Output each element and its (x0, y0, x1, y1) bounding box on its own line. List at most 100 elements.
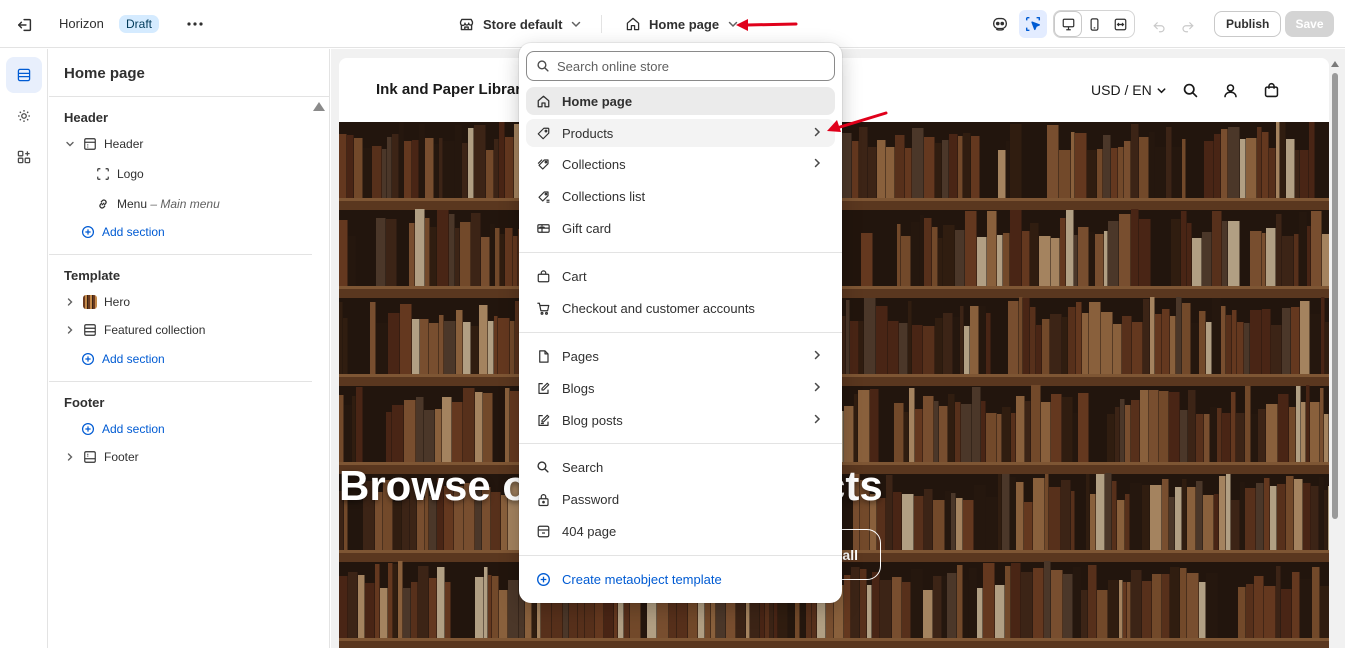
menu-item-blogs[interactable]: Blogs (526, 374, 835, 402)
search-icon[interactable] (1179, 79, 1201, 101)
sections-tab[interactable] (6, 57, 42, 93)
menu-block-label: Menu – Main menu (117, 197, 220, 211)
gift-card-icon (535, 220, 551, 236)
menu-item-gift-card[interactable]: Gift card (526, 214, 835, 242)
add-section-label: Add section (102, 352, 165, 366)
chevron-right-icon (811, 349, 823, 364)
more-horizontal-icon (187, 22, 203, 26)
add-section-footer[interactable]: Add section (81, 419, 165, 439)
menu-item-checkout[interactable]: Checkout and customer accounts (526, 294, 835, 322)
menu-item-label: Gift card (562, 220, 612, 236)
bag-icon (535, 268, 551, 284)
create-metaobject-template-link[interactable]: Create metaobject template (526, 565, 835, 593)
add-section-template[interactable]: Add section (81, 349, 165, 369)
inspector-toggle[interactable] (1019, 10, 1047, 38)
menu-item-search[interactable]: Search (526, 453, 835, 481)
desktop-view-button[interactable] (1055, 12, 1081, 36)
featured-collection-item[interactable]: Featured collection (64, 320, 205, 340)
publish-button[interactable]: Publish (1214, 11, 1282, 37)
chevron-right-icon[interactable] (64, 297, 76, 307)
viewport-switcher (1053, 10, 1135, 38)
link-icon (99, 199, 107, 209)
error-page-icon (535, 523, 551, 539)
menu-item-collections[interactable]: Collections (526, 150, 835, 178)
page-selector[interactable]: Home page (625, 14, 739, 34)
footer-section-label: Footer (104, 450, 139, 464)
account-icon[interactable] (1219, 79, 1241, 101)
mobile-icon (1090, 17, 1098, 31)
footer-section-item[interactable]: Footer (64, 447, 139, 467)
store-selector[interactable]: Store default (458, 14, 582, 34)
menu-block-item[interactable]: Menu – Main menu (96, 194, 220, 214)
undo-button[interactable] (1146, 13, 1172, 39)
menu-item-label: Pages (562, 348, 599, 364)
chevron-down-icon[interactable] (64, 139, 76, 149)
menu-item-label: Cart (562, 268, 587, 284)
store-icon (459, 18, 474, 30)
theme-settings-tab[interactable] (6, 98, 42, 134)
apps-icon (17, 150, 31, 164)
plus-circle-icon (81, 422, 95, 436)
dropdown-search[interactable] (526, 51, 835, 81)
menu-item-password[interactable]: Password (526, 485, 835, 513)
chevron-right-icon[interactable] (64, 452, 76, 462)
menu-item-pages[interactable]: Pages (526, 342, 835, 370)
home-icon (535, 93, 551, 109)
chevron-right-icon[interactable] (64, 325, 76, 335)
redo-button[interactable] (1174, 13, 1200, 39)
more-actions-button[interactable] (183, 13, 207, 35)
currency-selector[interactable]: USD / EN (1091, 82, 1167, 98)
menu-item-404-page[interactable]: 404 page (526, 517, 835, 545)
add-section-label: Add section (102, 422, 165, 436)
cart-bag-icon[interactable] (1260, 79, 1282, 101)
blog-post-icon (535, 412, 551, 428)
scroll-up-arrow-icon[interactable] (1331, 61, 1339, 67)
chevron-right-icon (811, 126, 823, 141)
dropdown-divider (519, 332, 842, 333)
menu-item-cart[interactable]: Cart (526, 262, 835, 290)
exit-icon (17, 18, 32, 32)
menu-item-collections-list[interactable]: Collections list (526, 182, 835, 210)
mobile-view-button[interactable] (1081, 12, 1107, 36)
lock-icon (535, 491, 551, 507)
logo-block-item[interactable]: Logo (96, 164, 144, 184)
menu-item-products[interactable]: Products (526, 119, 835, 147)
preview-scrollbar[interactable] (1330, 59, 1340, 648)
save-button[interactable]: Save (1285, 11, 1334, 37)
add-section-label: Add section (102, 225, 165, 239)
ai-assistant-button[interactable] (987, 11, 1013, 37)
plus-circle-icon (81, 225, 95, 239)
editor-rail (0, 49, 48, 648)
menu-item-home-page[interactable]: Home page (526, 87, 835, 115)
desktop-icon (1062, 18, 1074, 30)
store-logo-text[interactable]: Ink and Paper Library (376, 81, 529, 98)
menu-item-label: Blog posts (562, 412, 623, 428)
scroll-thumb[interactable] (1332, 73, 1338, 519)
blog-icon (535, 380, 551, 396)
chevron-down-icon (1157, 87, 1166, 93)
hero-section-item[interactable]: Hero (64, 292, 130, 312)
page-icon (535, 348, 551, 364)
exit-button[interactable] (14, 14, 36, 36)
home-icon (626, 17, 640, 31)
apps-tab[interactable] (6, 139, 42, 175)
dropdown-divider (519, 252, 842, 253)
add-section-header[interactable]: Add section (81, 222, 165, 242)
theme-name: Horizon (59, 16, 104, 31)
menu-item-blog-posts[interactable]: Blog posts (526, 406, 835, 434)
sections-icon (17, 68, 31, 82)
menu-item-label: Password (562, 491, 620, 507)
chevron-right-icon (811, 413, 823, 428)
collapse-triangle-icon[interactable] (313, 102, 325, 111)
sections-sidebar: Home page Header Header Logo Menu – Main… (49, 49, 330, 648)
search-online-store-input[interactable] (557, 58, 817, 74)
search-icon (537, 60, 549, 72)
search-icon (535, 459, 551, 475)
undo-icon (1152, 21, 1165, 32)
collection-list-icon (535, 188, 551, 204)
menu-item-label: Blogs (562, 380, 595, 396)
header-section-item[interactable]: Header (64, 134, 143, 154)
fullscreen-view-button[interactable] (1107, 12, 1133, 36)
currency-label: USD / EN (1091, 82, 1152, 98)
menu-separator: – (147, 197, 161, 211)
